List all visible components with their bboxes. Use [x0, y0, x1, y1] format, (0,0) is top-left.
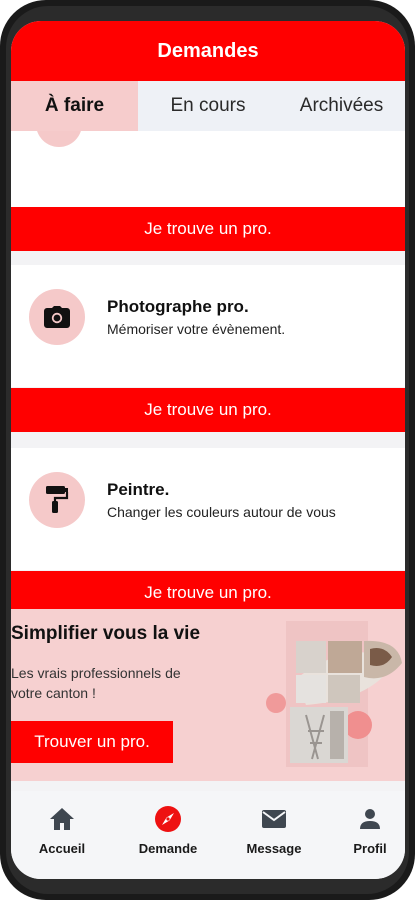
tab-bar: À faire En cours Archivées: [11, 81, 405, 131]
bottom-navigation: Accueil Demande Message Profil: [11, 791, 405, 879]
page-title: Demandes: [157, 39, 259, 62]
nav-label: Profil: [353, 841, 387, 856]
nav-item-demande[interactable]: Demande: [123, 791, 213, 879]
service-card-painter[interactable]: Peintre. Changer les couleurs autour de …: [11, 448, 405, 570]
nav-label: Accueil: [38, 841, 86, 856]
service-card-partial: [11, 131, 405, 207]
paint-roller-icon: [29, 472, 85, 528]
home-icon: [48, 805, 76, 833]
mail-icon: [260, 805, 288, 833]
find-pro-button[interactable]: Je trouve un pro.: [11, 207, 405, 251]
service-icon-circle: [36, 131, 82, 147]
promo-title: Simplifier vous la vie: [11, 623, 201, 644]
service-title: Photographe pro.: [107, 297, 249, 316]
find-pro-button[interactable]: Je trouve un pro.: [11, 388, 405, 432]
app-header: Demandes: [11, 21, 405, 81]
nav-item-accueil[interactable]: Accueil: [17, 791, 107, 879]
promo-text: Les vrais professionnels de votre canton…: [11, 665, 181, 701]
camera-icon: [29, 289, 85, 345]
tab-archivees[interactable]: Archivées: [278, 81, 405, 131]
nav-item-message[interactable]: Message: [229, 791, 319, 879]
find-pro-promo-button[interactable]: Trouver un pro.: [11, 721, 173, 763]
requests-list: Je trouve un pro. Photographe pro. Mémor…: [11, 131, 405, 789]
nav-item-profil[interactable]: Profil: [335, 791, 405, 879]
tab-en-cours[interactable]: En cours: [138, 81, 278, 131]
promo-banner: Simplifier vous la vie Les vrais profess…: [11, 609, 405, 781]
service-card-photographer[interactable]: Photographe pro. Mémoriser votre évèneme…: [11, 265, 405, 387]
service-description: Changer les couleurs autour de vous: [107, 504, 336, 520]
user-icon: [356, 805, 384, 833]
app-screen: Demandes À faire En cours Archivées Je t…: [11, 21, 405, 879]
promo-illustration: [266, 619, 405, 769]
nav-label: Demande: [138, 841, 198, 856]
service-title: Peintre.: [107, 480, 170, 499]
service-description: Mémoriser votre évènement.: [107, 321, 286, 337]
nav-label: Message: [246, 841, 302, 856]
tab-a-faire[interactable]: À faire: [11, 81, 138, 131]
compass-icon: [154, 805, 182, 833]
